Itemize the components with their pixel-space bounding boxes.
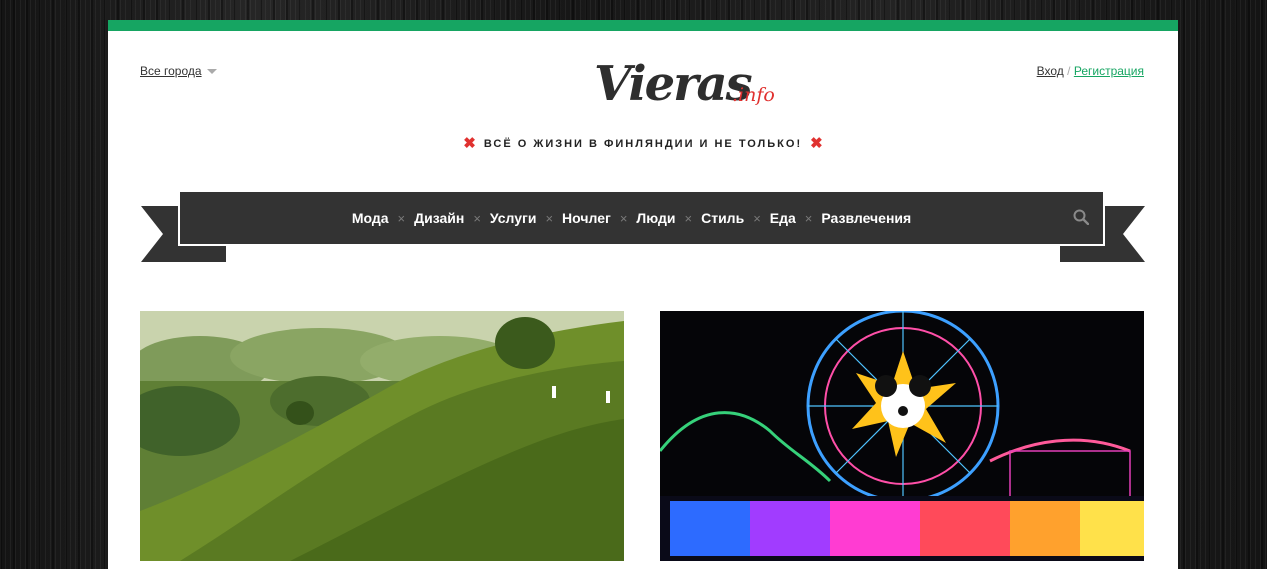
tagline: ✖ ВСЁ О ЖИЗНИ В ФИНЛЯНДИИ И НЕ ТОЛЬКО! ✖ (108, 134, 1178, 152)
chevron-down-icon (206, 69, 217, 75)
nav-separator: × (619, 210, 628, 226)
article-card-hills-photo[interactable] (140, 311, 624, 561)
nav-separator: × (473, 210, 481, 226)
nav-items: Мода × Дизайн × Услуги × Ночлег × Люди ×… (180, 192, 1103, 244)
nav-item-style[interactable]: Стиль (701, 210, 744, 226)
auth-links: Вход / Регистрация (1037, 64, 1144, 78)
nav-separator: × (753, 210, 761, 226)
login-link[interactable]: Вход (1037, 64, 1064, 78)
nav-separator: × (804, 210, 813, 226)
auth-separator: / (1067, 64, 1071, 78)
nav-item-design[interactable]: Дизайн (414, 210, 464, 226)
main-nav: Мода × Дизайн × Услуги × Ночлег × Люди ×… (180, 192, 1103, 244)
nav-separator: × (684, 210, 693, 226)
cross-icon: ✖ (463, 135, 476, 152)
nav-item-entertainment[interactable]: Развлечения (821, 210, 911, 226)
nav-item-fashion[interactable]: Мода (352, 210, 389, 226)
logo-word: Vieras (594, 56, 753, 112)
city-select-label: Все города (140, 64, 202, 78)
nav-item-lodging[interactable]: Ночлег (562, 210, 611, 226)
logo-tld: .info (732, 84, 775, 106)
amusement-park-photo (660, 311, 1144, 561)
cross-icon: ✖ (810, 135, 823, 152)
site-logo[interactable]: Vieras .info (594, 52, 784, 116)
search-icon[interactable] (1073, 209, 1090, 230)
top-accent-bar (108, 20, 1178, 31)
article-card-park-photo[interactable] (660, 311, 1144, 561)
nav-separator: × (545, 210, 554, 226)
page-container: Все города Vieras .info Вход / Регистрац… (108, 20, 1178, 569)
tagline-text: ВСЁ О ЖИЗНИ В ФИНЛЯНДИИ И НЕ ТОЛЬКО! (483, 138, 803, 150)
nav-item-people[interactable]: Люди (636, 210, 675, 226)
nav-separator: × (397, 210, 406, 226)
nav-item-food[interactable]: Еда (770, 210, 796, 226)
nav-item-services[interactable]: Услуги (490, 210, 537, 226)
register-link[interactable]: Регистрация (1074, 64, 1144, 78)
hills-photo (140, 311, 624, 561)
city-select[interactable]: Все города (140, 64, 217, 78)
